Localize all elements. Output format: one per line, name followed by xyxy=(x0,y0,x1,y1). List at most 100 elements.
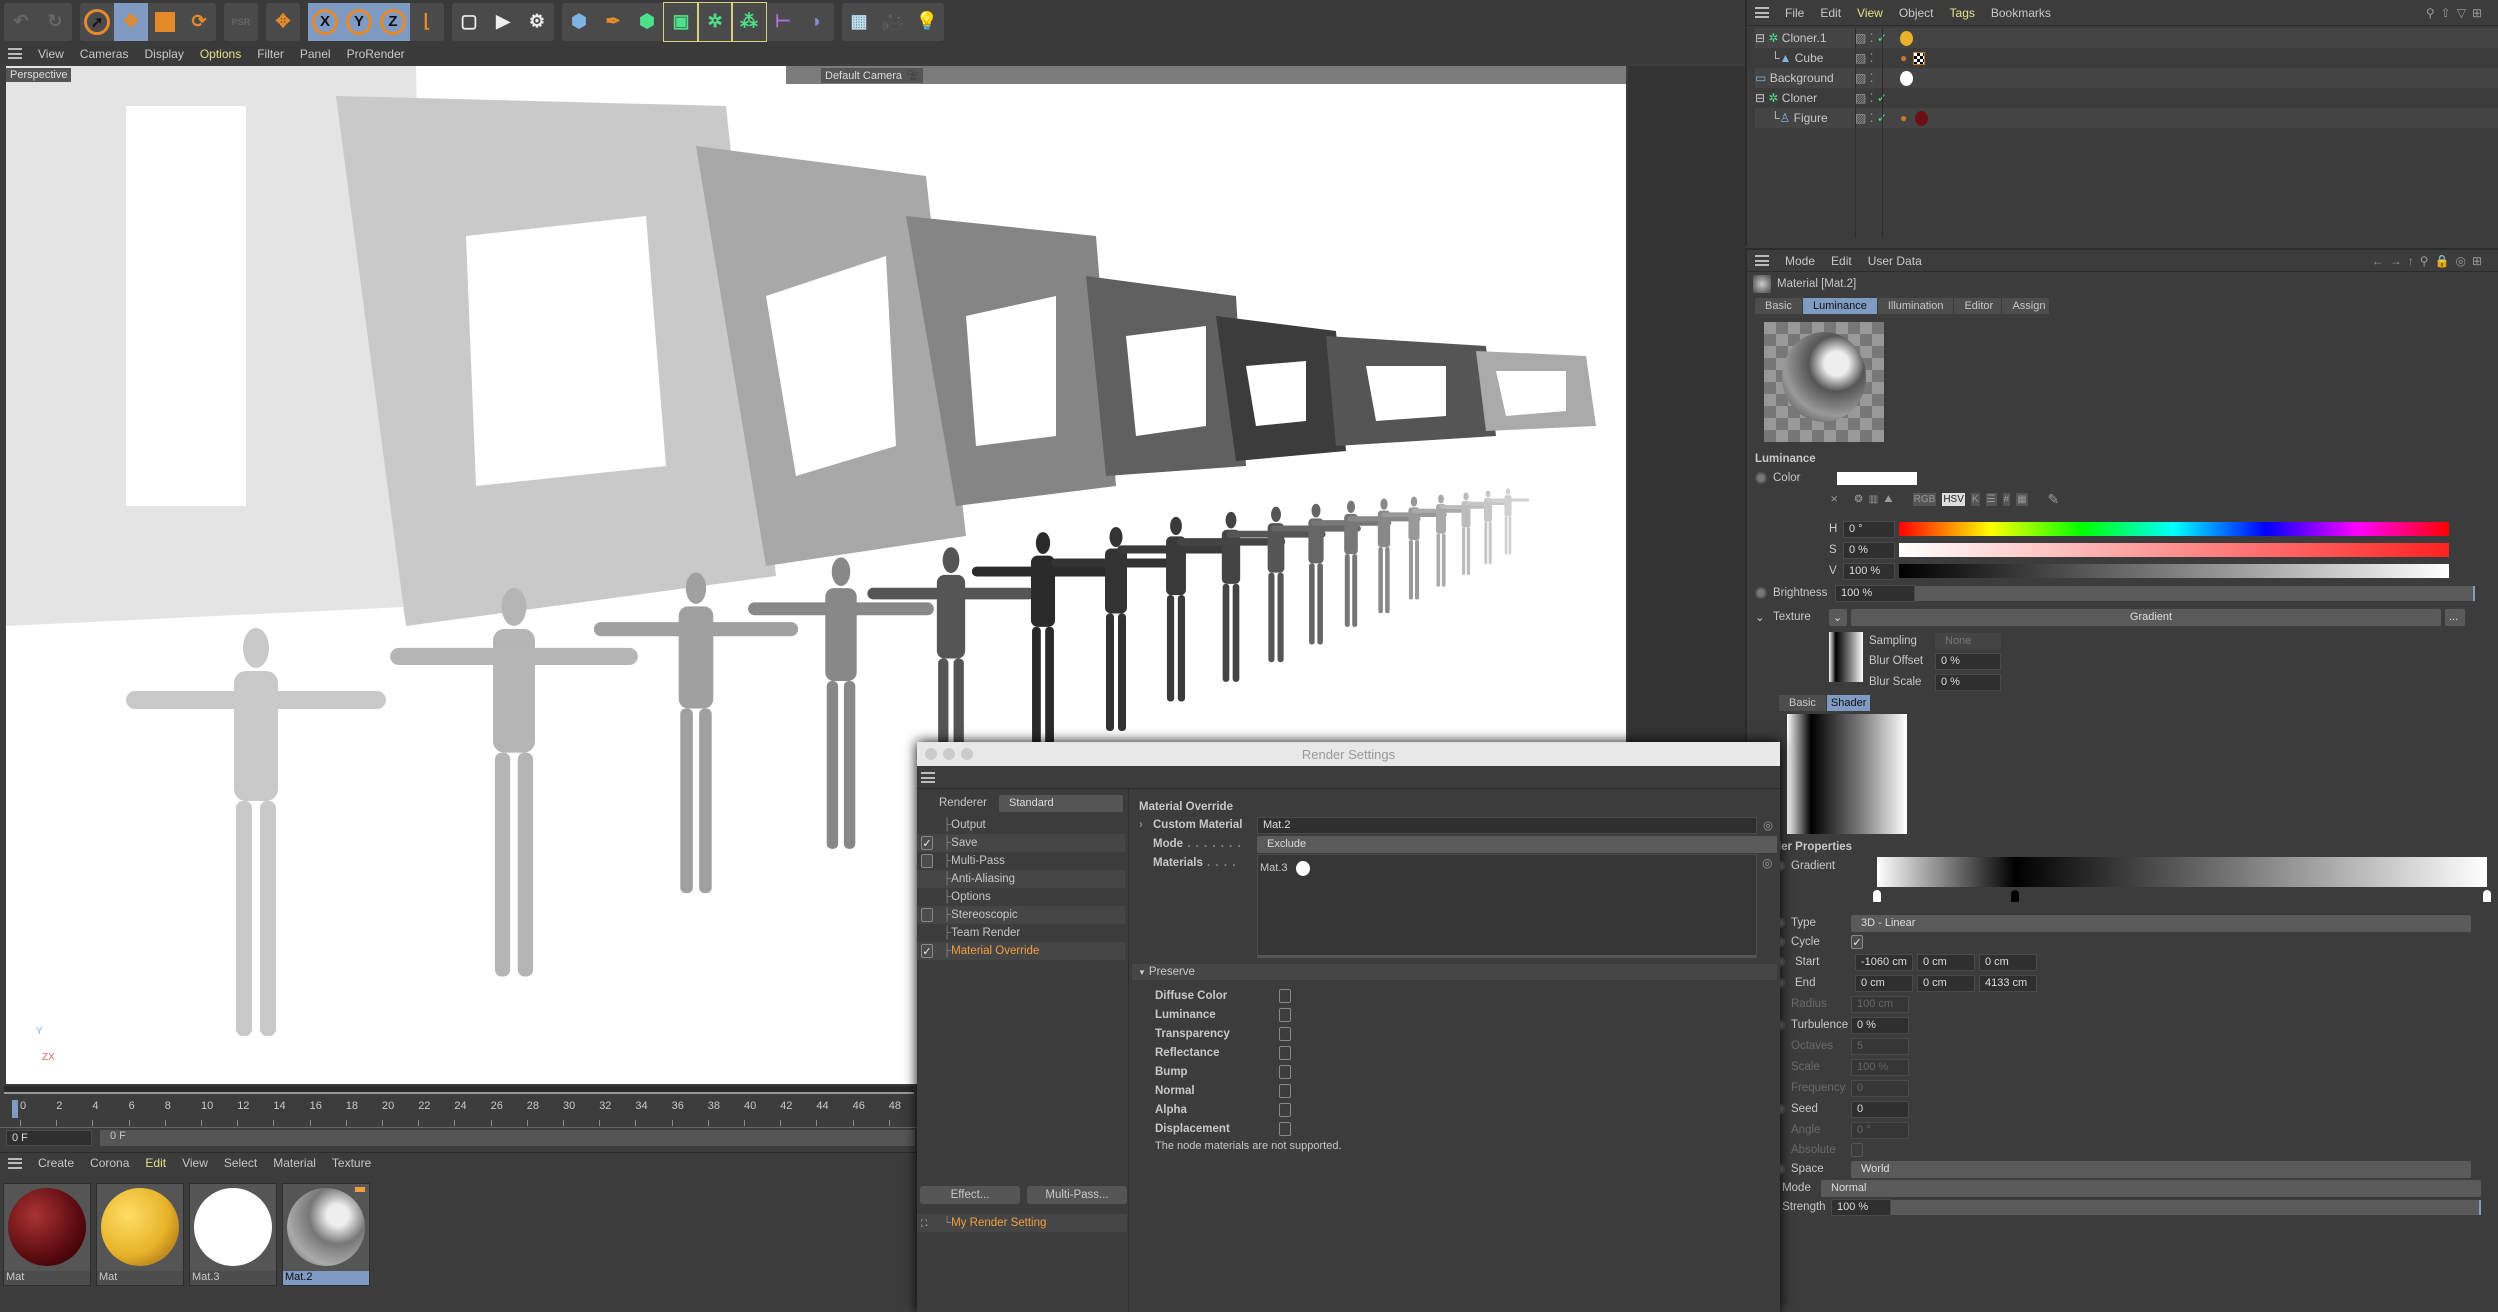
material-swatch[interactable]: Mat xyxy=(96,1183,184,1286)
expand-icon[interactable]: › xyxy=(1139,819,1153,831)
gradient-knot[interactable] xyxy=(2483,890,2491,902)
mode-hex[interactable]: # xyxy=(2002,492,2011,506)
axis-move-icon[interactable]: ✥ xyxy=(266,3,300,41)
enable-checkbox[interactable]: ✓ xyxy=(921,836,933,850)
subtab-basic[interactable]: Basic xyxy=(1779,695,1827,711)
blur-offset-field[interactable]: 0 % xyxy=(1935,652,2001,670)
undo-icon[interactable]: ↶ xyxy=(4,3,38,41)
enable-checkbox[interactable]: ✓ xyxy=(921,944,933,958)
gradient-knot[interactable] xyxy=(1873,890,1881,902)
brightness-field[interactable]: 100 % xyxy=(1835,584,1915,602)
preserve-checkbox[interactable] xyxy=(1279,1027,1291,1041)
menu-edit[interactable]: Edit xyxy=(1820,6,1841,20)
spectrum-icon[interactable]: ▥ xyxy=(1869,494,1878,505)
preserve-checkbox[interactable] xyxy=(1279,1008,1291,1022)
preserve-checkbox[interactable] xyxy=(1279,1046,1291,1060)
render-settings-item[interactable]: ✓ ├ Material Override xyxy=(917,942,1125,960)
phong-tag[interactable]: ● xyxy=(1900,111,1907,125)
color-wheel-icon[interactable]: ❂ xyxy=(1854,494,1862,505)
menu-options[interactable]: Options xyxy=(200,47,241,61)
object-row[interactable]: ▭ Background ▨ ⁚ xyxy=(1755,68,2498,88)
tab-luminance[interactable]: Luminance xyxy=(1803,298,1878,314)
material-swatch[interactable]: Mat.3 xyxy=(189,1183,277,1286)
playhead[interactable] xyxy=(12,1100,18,1118)
menu-tags[interactable]: Tags xyxy=(1950,6,1975,20)
render-settings-item[interactable]: ├ Options xyxy=(917,888,1125,906)
mix-strength-slider[interactable] xyxy=(1891,1199,2481,1215)
render-settings-icon[interactable]: ⚙ xyxy=(520,3,554,41)
animate-radio[interactable] xyxy=(1755,587,1767,599)
frame-slider[interactable]: 0 F xyxy=(100,1130,915,1146)
material-swatch-selected[interactable]: Mat.2 xyxy=(282,1183,370,1286)
texture-shader-button[interactable]: Gradient xyxy=(1851,608,2441,626)
render-setting-item[interactable]: ⛶ └ My Render Setting xyxy=(917,1214,1127,1232)
texture-more-button[interactable]: ... xyxy=(2445,608,2465,626)
preview-range-slider[interactable] xyxy=(4,1086,914,1094)
image-picker-icon[interactable]: ⛰ xyxy=(1884,494,1892,505)
absolute-checkbox[interactable] xyxy=(1851,1143,1863,1157)
end-x-field[interactable]: 0 cm xyxy=(1855,974,1913,992)
menu-create[interactable]: Create xyxy=(38,1156,74,1170)
sampling-dropdown[interactable]: None xyxy=(1935,632,2001,650)
eyedropper-icon[interactable]: ✎ xyxy=(2048,491,2060,508)
render-settings-item[interactable]: ├ Team Render xyxy=(917,924,1125,942)
menu-texture[interactable]: Texture xyxy=(332,1156,371,1170)
saturation-slider[interactable] xyxy=(1899,543,2449,557)
menu-file[interactable]: File xyxy=(1785,6,1804,20)
gradient-bar[interactable] xyxy=(1877,857,2487,887)
scale-icon[interactable] xyxy=(148,3,182,41)
hamburger-icon[interactable] xyxy=(1755,7,1769,18)
menu-user-data[interactable]: User Data xyxy=(1868,254,1922,268)
current-frame-field[interactable]: 0 F xyxy=(6,1130,92,1146)
octaves-field[interactable]: 5 xyxy=(1851,1037,1909,1055)
render-settings-item[interactable]: ✓ ├ Save xyxy=(917,834,1125,852)
effect-button[interactable]: Effect... xyxy=(920,1186,1020,1204)
pen-icon[interactable]: ✒ xyxy=(596,3,630,41)
checker-material-tag[interactable] xyxy=(1913,51,1925,65)
saturation-field[interactable]: 0 % xyxy=(1843,541,1895,559)
rotate-icon[interactable]: ⟳ xyxy=(182,3,216,41)
phong-tag[interactable]: ● xyxy=(1900,51,1907,65)
menu-select[interactable]: Select xyxy=(224,1156,257,1170)
mix-mode-dropdown[interactable]: Normal xyxy=(1821,1179,2481,1197)
render-picture-viewer-icon[interactable]: ▶ xyxy=(486,3,520,41)
mode-kelvin[interactable]: K xyxy=(1970,492,1980,506)
hamburger-icon[interactable] xyxy=(8,48,22,59)
menu-cameras[interactable]: Cameras xyxy=(80,47,129,61)
redo-icon[interactable]: ↻ xyxy=(38,3,72,41)
coordinate-system-icon[interactable]: ⌊ xyxy=(410,3,444,41)
menu-material[interactable]: Material xyxy=(273,1156,316,1170)
mixer-icon[interactable]: ☰ xyxy=(1985,492,1997,506)
menu-corona[interactable]: Corona xyxy=(90,1156,129,1170)
pick-icon[interactable]: ◎ xyxy=(1762,856,1772,870)
frequency-field[interactable]: 0 xyxy=(1851,1079,1909,1097)
materials-list[interactable]: Mat.3 xyxy=(1257,854,1757,958)
mix-strength-field[interactable]: 100 % xyxy=(1831,1198,1891,1216)
mograph-icon[interactable]: ✲ xyxy=(697,1,733,42)
light-icon[interactable]: 💡 xyxy=(910,3,944,41)
menu-edit[interactable]: Edit xyxy=(1831,254,1852,268)
floor-icon[interactable]: ▦ xyxy=(842,3,876,41)
move-icon[interactable]: ✥ xyxy=(114,2,148,41)
scale-field[interactable]: 100 % xyxy=(1851,1058,1909,1076)
gradient-knot[interactable] xyxy=(2011,890,2019,902)
menu-prorender[interactable]: ProRender xyxy=(347,47,405,61)
render-settings-item[interactable]: ├ Anti-Aliasing xyxy=(917,870,1125,888)
menu-view[interactable]: View xyxy=(1857,6,1883,20)
preserve-group-header[interactable]: ▼ Preserve xyxy=(1132,964,1777,980)
y-axis-lock[interactable]: Y xyxy=(342,2,376,41)
type-dropdown[interactable]: 3D - Linear xyxy=(1851,914,2471,932)
cube-icon[interactable]: ⬢ xyxy=(562,3,596,41)
timeline-ruler[interactable]: 0 2 4 6 8 10 12 14 16 18 20 22 24 26 28 30 32 34 36 38 40 42 4… xyxy=(0,1098,917,1128)
preserve-checkbox[interactable] xyxy=(1279,1103,1291,1117)
menu-filter[interactable]: Filter xyxy=(257,47,284,61)
hue-slider[interactable] xyxy=(1899,522,2449,536)
hamburger-icon[interactable] xyxy=(921,772,935,783)
enable-checkbox[interactable] xyxy=(921,854,933,868)
end-y-field[interactable]: 0 cm xyxy=(1917,974,1975,992)
nav-icons[interactable]: ←→↑⚲🔒◎⊞ xyxy=(2372,254,2488,268)
hamburger-icon[interactable] xyxy=(1755,255,1769,266)
pick-icon[interactable]: ◎ xyxy=(1763,818,1773,832)
preserve-checkbox[interactable] xyxy=(1279,1122,1291,1136)
collapse-icon[interactable]: ⌄ xyxy=(1755,610,1773,624)
